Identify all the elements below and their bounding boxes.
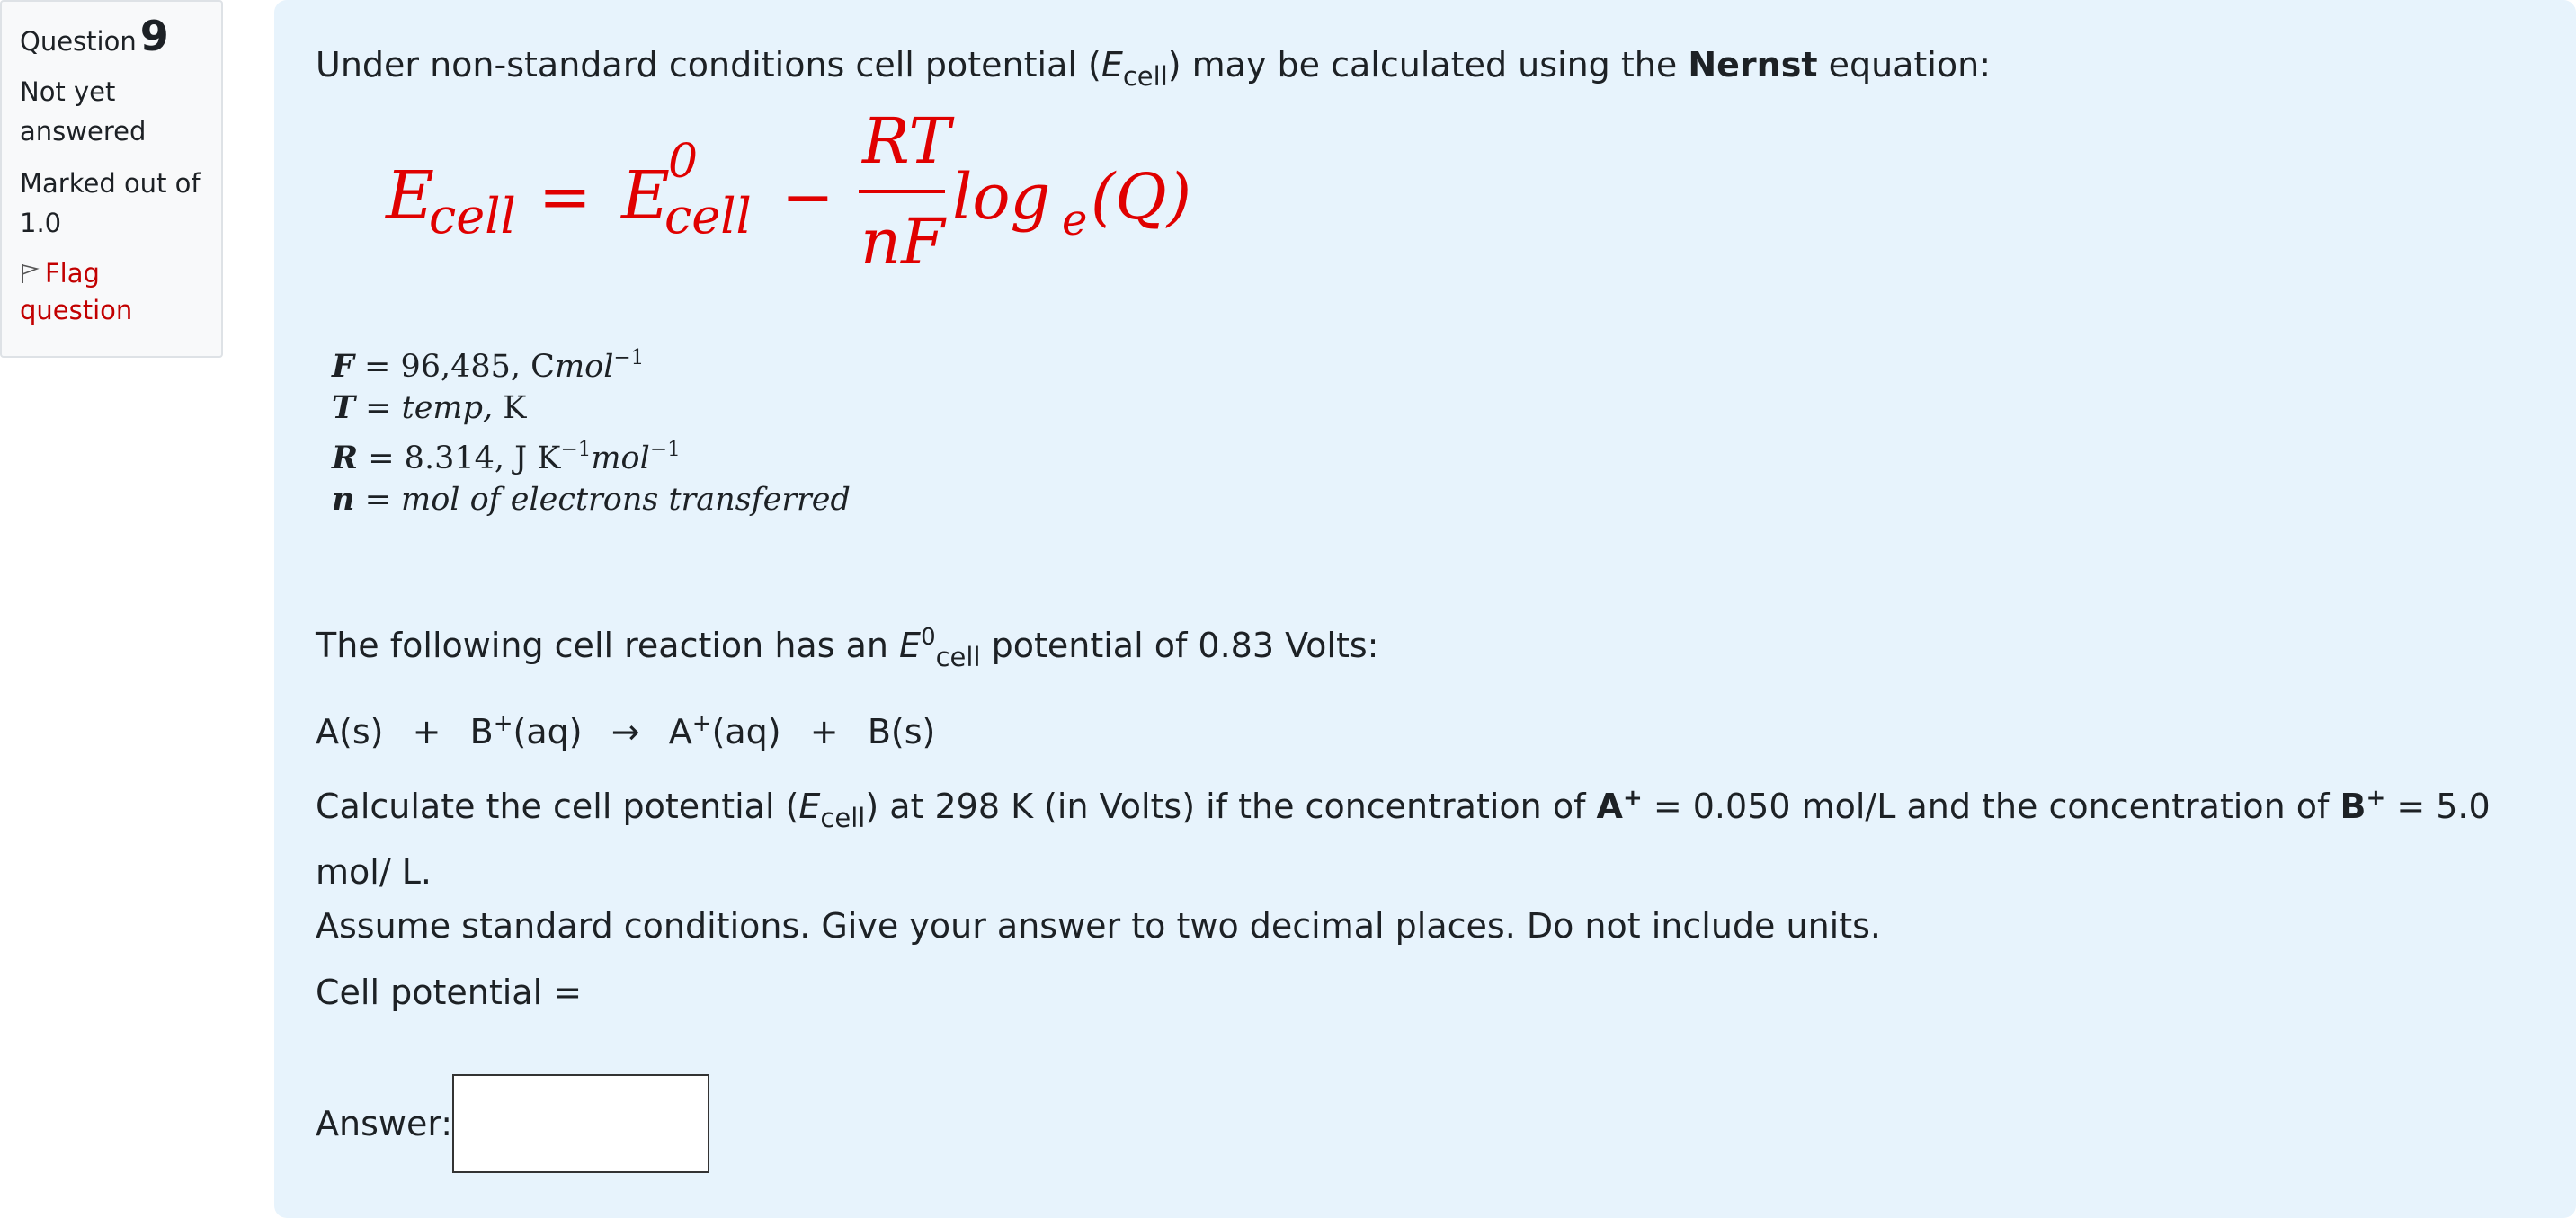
definition-value: 8.314, J K [404,440,561,476]
definition-line: T = temp, K [332,387,2535,429]
reaction-equation: A(s) + B+(aq) → A+(aq) + B(s) [316,697,2535,759]
reaction-section: The following cell reaction has an E0cel… [316,610,2535,1019]
question-number: Question9 [20,15,203,61]
product-a-state: (aq) [711,712,781,751]
calc-a-charge: + [1622,785,1643,812]
calc-text-mid2: = 0.050 mol/L and the concentration of [1642,787,2340,826]
answer-row: Answer: [316,1074,710,1173]
nernst-equation-graphic: E cell = E 0 cell − RT nF log e (Q) [384,104,1191,279]
question-info-panel: Question9 Not yet answered Marked out of… [0,0,223,358]
answer-label: Answer: [316,1104,453,1143]
intro-e-symbol: E [1101,45,1123,84]
question-prefix: Question [20,26,137,57]
plus-sign-2: + [809,712,839,751]
reaction-e-symbol: E [899,626,922,665]
definition-superscript: −1 [560,438,592,461]
definition-equals: = [353,349,401,385]
calc-text-mid: ) at 298 K (in Volts) if the concentrati… [865,787,1597,826]
definition-line: n = mol of electrons transferred [332,479,2535,520]
reaction-text-end: potential of 0.83 Volts: [980,626,1379,665]
question-text: Under non-standard conditions cell poten… [316,38,2535,1019]
intro-text-end: equation: [1817,45,1992,84]
formula-log-arg: (Q) [1091,160,1191,234]
plus-sign-1: + [412,712,441,751]
calc-b-charge: + [2366,785,2386,812]
formula-numerator: RT [860,104,954,178]
reaction-e-sub: cell [935,642,981,672]
reaction-intro: The following cell reaction has an E0cel… [316,610,2535,684]
definition-symbol: F [332,348,354,385]
formula-fraction-bar [859,190,945,193]
nernst-equation: E cell = E 0 cell − RT nF log e (Q) [384,104,2535,280]
formula-log-sub: e [1062,195,1087,245]
calc-a-ion: A [1596,787,1623,826]
formula-minus: − [781,160,834,234]
calc-b-ion: B [2340,787,2367,826]
reaction-arrow: → [611,712,640,751]
intro-e-subscript: cell [1122,61,1168,92]
question-content: Under non-standard conditions cell poten… [274,0,2576,1218]
calc-instructions: Calculate the cell potential (Ecell) at … [316,771,2535,953]
formula-denominator: nF [860,205,947,279]
definition-symbol: n [332,481,355,518]
product-a-charge: + [691,710,712,737]
variable-definitions: F = 96,485, Cmol−1 T = temp, KR = 8.314, … [332,337,2535,520]
answer-input[interactable] [452,1074,710,1173]
calc-e-symbol: E [798,787,821,826]
formula-log: log [952,160,1050,234]
intro-text-mid: ) may be calculated using the [1167,45,1689,84]
definition-value-italic: mol [554,349,614,385]
formula-lhs-sub: cell [429,188,516,244]
definition-line: F = 96,485, Cmol−1 [332,337,2535,387]
reactant-a: A(s) [316,712,384,751]
definition-equals: = [355,390,402,426]
question-grade: Marked out of 1.0 [20,168,201,238]
reaction-e-sup: 0 [921,624,936,651]
definition-superscript: −1 [613,346,645,369]
flag-question-link[interactable]: Flag question [20,255,203,329]
product-a: A [668,712,692,751]
reactant-b-charge: + [493,710,513,737]
formula-e0-sub: cell [664,188,752,244]
assume-text: Assume standard conditions. Give your an… [316,906,1882,946]
formula-equals: = [539,160,592,234]
calc-text: Calculate the cell potential ( [316,787,799,826]
definition-symbol: R [332,440,359,476]
question-number-value: 9 [139,12,169,60]
definition-tail-superscript: −1 [649,438,681,461]
question-state: Not yet answered [20,76,147,147]
definition-value-italic: temp, [401,390,494,426]
definition-equals: = [358,440,405,476]
intro-paragraph: Under non-standard conditions cell poten… [316,38,2535,103]
nernst-bold: Nernst [1688,45,1818,84]
formula-e0-e: E [619,157,670,235]
definition-tail-italic: mol [591,440,650,476]
cell-potential-label: Cell potential = [316,973,583,1012]
reaction-text: The following cell reaction has an [316,626,900,665]
flag-icon [22,263,40,283]
product-b: B(s) [867,712,936,751]
definition-value: 96,485, C [400,349,555,385]
formula-lhs-e: E [384,157,434,235]
reactant-b-state: (aq) [513,712,583,751]
calc-e-sub: cell [820,803,866,833]
intro-text: Under non-standard conditions cell poten… [316,45,1101,84]
definition-line: R = 8.314, J K−1mol−1 [332,429,2535,479]
definition-symbol: T [332,389,356,426]
definition-equals: = [354,482,402,518]
reactant-b: B [469,712,494,751]
formula-e0-sup: 0 [668,135,698,189]
definition-tail: K [493,390,527,426]
definition-value-italic: mol of electrons transferred [401,482,851,518]
